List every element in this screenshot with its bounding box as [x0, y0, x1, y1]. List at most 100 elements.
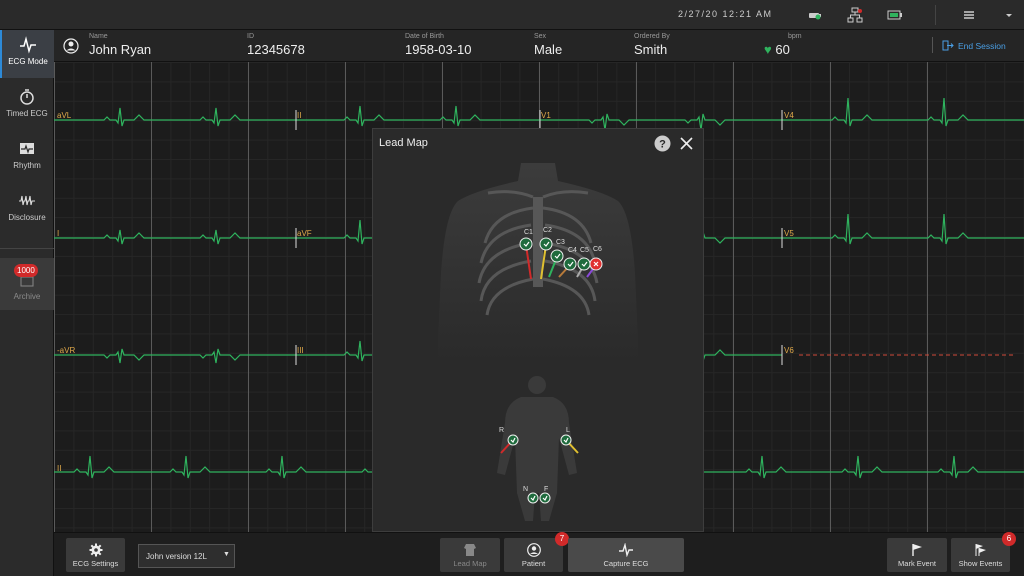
dialog-title: Lead Map: [379, 137, 428, 149]
lead-label-v4: V4: [784, 111, 794, 120]
patient-id-field: ID 12345678: [247, 33, 305, 57]
electrode-label-c2: C2: [543, 227, 552, 234]
bottom-toolbar: ECG Settings John version 12L ▼ Lead Map…: [54, 532, 1024, 576]
electrode-label-c5: C5: [580, 247, 589, 254]
sidebar-item-label: Rhythm: [13, 161, 41, 170]
lead-label-v5: V5: [784, 229, 794, 238]
body-diagram: C1 C2 C3 C4 C5 C6 R L N F: [437, 163, 639, 521]
button-label: Patient: [521, 559, 546, 568]
field-label: Date of Birth: [405, 33, 444, 40]
top-status-bar: 2/27/20 12:21 AM: [0, 0, 1024, 30]
dropdown-icon[interactable]: [1004, 7, 1014, 23]
electrode-label-c4: C4: [568, 247, 577, 254]
ecg-settings-button[interactable]: ECG Settings: [66, 538, 125, 572]
button-label: Capture ECG: [603, 559, 649, 568]
menu-icon[interactable]: [961, 7, 977, 23]
end-session-label: End Session: [958, 41, 1006, 51]
patient-sex-field: Sex Male: [534, 33, 562, 57]
svg-text:?: ?: [659, 139, 666, 151]
flags-icon: [975, 544, 986, 556]
lead-map-button[interactable]: Lead Map: [440, 538, 500, 572]
ecg-trace-line: [54, 348, 294, 364]
flag-icon: [912, 544, 922, 556]
lead-label-v6: V6: [784, 346, 794, 355]
heart-rate-field: bpm ♥ 60: [764, 33, 802, 57]
patient-badge: 7: [555, 532, 569, 546]
heart-rate: ♥ 60: [764, 42, 802, 57]
button-label: Mark Event: [898, 559, 936, 568]
battery-icon: [887, 10, 902, 20]
lead-map-dialog: Lead Map ? C1 C2 C3 C4 C5 C6 R L N F: [372, 128, 704, 532]
end-session-button[interactable]: End Session: [934, 40, 1006, 51]
patient-name: John Ryan: [89, 42, 152, 57]
ecg-trace-line: [782, 213, 1024, 245]
field-label: bpm: [788, 33, 802, 40]
network-icon: [847, 7, 863, 23]
sidebar-item-timed-ecg[interactable]: Timed ECG: [0, 82, 54, 130]
lead-label-i: I: [57, 229, 60, 238]
patient-info-bar: Name John Ryan ID 12345678 Date of Birth…: [54, 30, 1024, 62]
sidebar-item-ecg-mode[interactable]: ECG Mode: [0, 30, 54, 78]
events-badge: 6: [1002, 532, 1016, 546]
capture-ecg-button[interactable]: Capture ECG: [568, 538, 684, 572]
patient-avatar-icon: [63, 38, 79, 54]
gear-icon: [89, 543, 102, 557]
heart-icon: ♥: [764, 42, 772, 57]
electrode-label-l: L: [566, 427, 570, 434]
ecg-wave-icon: [619, 543, 633, 557]
sidebar-item-label: Timed ECG: [6, 109, 48, 118]
electrode-label-c6: C6: [593, 246, 602, 253]
lead-label-iii: III: [297, 346, 304, 355]
topbar-divider: [935, 5, 936, 25]
field-label: ID: [247, 33, 254, 40]
sidebar-item-archive[interactable]: 1000 Archive: [0, 258, 54, 310]
archive-count-badge: 1000: [14, 264, 38, 277]
sidebar-item-disclosure[interactable]: Disclosure: [0, 186, 54, 234]
ecg-trace-line: [294, 105, 539, 127]
close-icon[interactable]: [680, 137, 693, 150]
patient-name-field: Name John Ryan: [89, 33, 151, 57]
stopwatch-icon: [20, 89, 34, 105]
select-value: John version 12L: [146, 552, 207, 561]
mark-event-button[interactable]: Mark Event: [887, 538, 947, 572]
field-label: Sex: [534, 33, 547, 40]
exit-icon: [942, 40, 954, 51]
electrode-label-c3: C3: [556, 239, 565, 246]
ecg-trace-line: [782, 97, 1024, 127]
patient-icon: [526, 543, 541, 557]
divider: [932, 37, 933, 53]
electrode-label-n: N: [523, 486, 528, 493]
disclosure-icon: [19, 195, 35, 206]
field-label: Name: [89, 33, 108, 40]
sidebar-item-label: ECG Mode: [8, 57, 48, 66]
ecg-trace-line: [54, 107, 294, 127]
show-events-button[interactable]: Show Events 6: [951, 532, 1016, 572]
patient-dob-field: Date of Birth 1958-03-10: [405, 33, 472, 57]
lead-label-minus-avr: -aVR: [57, 346, 76, 355]
heart-rate-value: 60: [775, 42, 790, 57]
help-icon[interactable]: ?: [654, 135, 671, 152]
patient-id: 12345678: [247, 42, 305, 57]
field-label: Ordered By: [634, 33, 670, 40]
patient-dob: 1958-03-10: [405, 42, 472, 57]
lead-label-ii-rhythm: II: [57, 464, 62, 473]
ecg-profile-select[interactable]: John version 12L ▼: [138, 544, 235, 568]
patient-sex: Male: [534, 42, 563, 57]
sidebar-item-label: Archive: [13, 292, 41, 301]
rhythm-icon: [20, 143, 34, 154]
electrode-label-c1: C1: [524, 229, 533, 236]
connection-icon: [809, 13, 821, 20]
sidebar-item-label: Disclosure: [8, 213, 46, 222]
button-label: ECG Settings: [72, 559, 119, 568]
mode-sidebar: ECG Mode Timed ECG Rhythm Disclosure 100…: [0, 30, 54, 576]
ecg-trace-line: [54, 229, 294, 245]
patient-button[interactable]: Patient 7: [504, 532, 569, 572]
button-label: Lead Map: [453, 559, 487, 568]
torso-icon: [464, 544, 476, 556]
lead-label-avf: aVF: [297, 229, 312, 238]
lead-label-v1: V1: [541, 111, 551, 120]
sidebar-item-rhythm[interactable]: Rhythm: [0, 134, 54, 182]
button-label: Show Events: [958, 559, 1003, 568]
ecg-wave-icon: [20, 36, 36, 54]
sidebar-divider: [0, 248, 54, 249]
